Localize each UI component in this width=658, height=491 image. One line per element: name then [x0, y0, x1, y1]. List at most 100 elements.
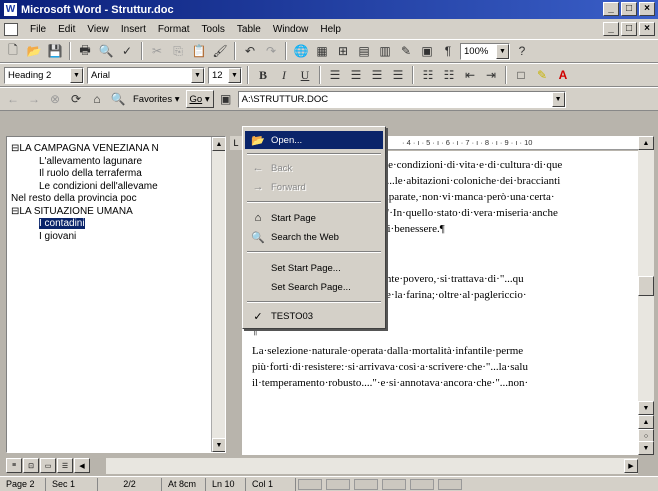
scroll-down-icon[interactable]: ▼ — [212, 438, 225, 452]
refresh-icon[interactable]: ⟳ — [67, 90, 85, 108]
insert-table-icon[interactable]: ⊞ — [334, 42, 352, 60]
document-map-item[interactable]: I contadini — [39, 218, 85, 230]
status-ext-indicator[interactable] — [354, 478, 378, 490]
menu-file[interactable]: File — [24, 24, 52, 35]
home-icon[interactable]: ⌂ — [88, 90, 106, 108]
address-field[interactable]: A:\STRUTTUR.DOC ▼ — [237, 90, 566, 108]
spelling-icon[interactable]: ✓ — [118, 42, 136, 60]
border-icon[interactable]: □ — [512, 66, 530, 84]
chevron-down-icon[interactable]: ▼ — [551, 91, 565, 107]
go-menu-open[interactable]: 📂 Open... — [245, 131, 383, 149]
redo-icon[interactable]: ↷ — [262, 42, 280, 60]
go-menu-back[interactable]: ← Back — [245, 159, 383, 177]
scroll-down-icon[interactable]: ▼ — [638, 401, 654, 415]
scroll-left-icon[interactable]: ◀ — [74, 458, 90, 473]
normal-view-icon[interactable]: ≡ — [6, 458, 22, 473]
numbering-icon[interactable]: ☷ — [419, 66, 437, 84]
decrease-indent-icon[interactable]: ⇤ — [461, 66, 479, 84]
document-map-item[interactable]: ⊟LA CAMPAGNA VENEZIANA N — [11, 143, 159, 155]
menu-help[interactable]: Help — [314, 24, 347, 35]
save-icon[interactable]: 💾 — [46, 42, 64, 60]
underline-button[interactable]: U — [296, 66, 314, 84]
maximize-button[interactable]: □ — [621, 2, 637, 16]
doc-close-button[interactable]: × — [639, 22, 655, 36]
scroll-up-icon[interactable]: ▲ — [212, 137, 225, 151]
menu-window[interactable]: Window — [267, 24, 315, 35]
font-select[interactable]: Arial ▼ — [87, 66, 205, 84]
menu-format[interactable]: Format — [152, 24, 196, 35]
menu-tools[interactable]: Tools — [196, 24, 231, 35]
show-only-web-toolbar-icon[interactable]: ▣ — [217, 90, 235, 108]
italic-button[interactable]: I — [275, 66, 293, 84]
menu-table[interactable]: Table — [231, 24, 267, 35]
tables-borders-icon[interactable]: ▦ — [313, 42, 331, 60]
go-menu-start-page[interactable]: ⌂ Start Page — [245, 209, 383, 227]
document-text-line[interactable]: di·benessere.¶ — [382, 221, 445, 237]
status-rec-indicator[interactable] — [298, 478, 322, 490]
document-map-scrollbar[interactable]: ▲ ▼ — [211, 137, 225, 452]
align-right-icon[interactable]: ☰ — [368, 66, 386, 84]
favorites-button[interactable]: Favorites ▾ — [130, 90, 183, 108]
document-text-line[interactable]: La·selezione·naturale·operata·dalla·mort… — [252, 343, 523, 359]
doc-minimize-button[interactable]: _ — [603, 22, 619, 36]
drawing-icon[interactable]: ✎ — [397, 42, 415, 60]
document-map-item[interactable]: Le condizioni dell'allevame — [39, 181, 158, 193]
show-hide-icon[interactable]: ¶ — [439, 42, 457, 60]
status-ovr-indicator[interactable] — [382, 478, 406, 490]
font-size-select[interactable]: 12 ▼ — [208, 66, 242, 84]
next-page-icon[interactable]: ▼ — [638, 441, 654, 455]
help-icon[interactable]: ? — [513, 42, 531, 60]
document-map-item[interactable]: L'allevamento lagunare — [39, 156, 142, 168]
search-web-icon[interactable]: 🔍 — [109, 90, 127, 108]
go-menu-search-web[interactable]: 🔍 Search the Web — [245, 228, 383, 246]
go-menu-set-start-page[interactable]: Set Start Page... — [245, 259, 383, 277]
close-button[interactable]: × — [639, 2, 655, 16]
chevron-down-icon[interactable]: ▼ — [70, 67, 83, 83]
highlight-icon[interactable]: ✎ — [533, 66, 551, 84]
go-menu-forward[interactable]: → Forward — [245, 178, 383, 196]
new-document-icon[interactable]: 🗋 — [4, 42, 22, 60]
undo-icon[interactable]: ↶ — [241, 42, 259, 60]
print-preview-icon[interactable]: 🔍 — [97, 42, 115, 60]
copy-icon[interactable]: ⎘ — [169, 42, 187, 60]
bullets-icon[interactable]: ☷ — [440, 66, 458, 84]
outline-view-icon[interactable]: ☰ — [57, 458, 73, 473]
scroll-right-icon[interactable]: ▶ — [624, 459, 638, 473]
align-left-icon[interactable]: ☰ — [326, 66, 344, 84]
increase-indent-icon[interactable]: ⇥ — [482, 66, 500, 84]
stop-icon[interactable]: ⊗ — [46, 90, 64, 108]
document-vertical-scrollbar[interactable]: ▲ ▼ ▲ ○ ▼ — [638, 136, 654, 455]
print-layout-view-icon[interactable]: ▭ — [40, 458, 56, 473]
document-icon[interactable] — [4, 22, 18, 36]
open-folder-icon[interactable]: 📂 — [25, 42, 43, 60]
scroll-thumb[interactable] — [638, 276, 654, 296]
document-text-line[interactable]: riparate,·non·vi·manca·però·una·certa· — [382, 189, 555, 205]
previous-page-icon[interactable]: ▲ — [638, 415, 654, 429]
menu-view[interactable]: View — [81, 24, 115, 35]
doc-restore-button[interactable]: □ — [621, 22, 637, 36]
go-button[interactable]: Go ▾ — [185, 90, 214, 108]
horizontal-scrollbar[interactable]: ▶ — [106, 458, 638, 474]
bold-button[interactable]: B — [254, 66, 272, 84]
zoom-select[interactable]: 100% ▼ — [460, 42, 510, 60]
status-language-indicator[interactable] — [410, 478, 434, 490]
chevron-down-icon[interactable]: ▼ — [228, 67, 241, 83]
document-map-item[interactable]: I giovani — [39, 231, 76, 243]
document-map-icon[interactable]: ▣ — [418, 42, 436, 60]
tab-selector[interactable]: L — [230, 136, 242, 150]
format-painter-icon[interactable]: 🖌 — [211, 42, 229, 60]
document-text-line[interactable]: lle·condizioni·di·vita·e·di·cultura·di·q… — [382, 157, 562, 173]
chevron-down-icon[interactable]: ▼ — [191, 67, 204, 83]
forward-arrow-icon[interactable]: → — [25, 90, 43, 108]
insert-excel-icon[interactable]: ▤ — [355, 42, 373, 60]
document-text-line[interactable]: ."·In·quello·stato·di·vera·miseria·anche — [382, 205, 558, 221]
word-app-icon[interactable]: W — [4, 3, 17, 16]
paste-icon[interactable]: 📋 — [190, 42, 208, 60]
document-map-item[interactable]: Il ruolo della terraferma — [39, 168, 142, 180]
status-trk-indicator[interactable] — [326, 478, 350, 490]
menu-edit[interactable]: Edit — [52, 24, 81, 35]
document-text-line[interactable]: il·temperamento·robusto...."·e·si·annota… — [252, 375, 528, 391]
align-center-icon[interactable]: ☰ — [347, 66, 365, 84]
back-arrow-icon[interactable]: ← — [4, 90, 22, 108]
cut-icon[interactable]: ✂ — [148, 42, 166, 60]
